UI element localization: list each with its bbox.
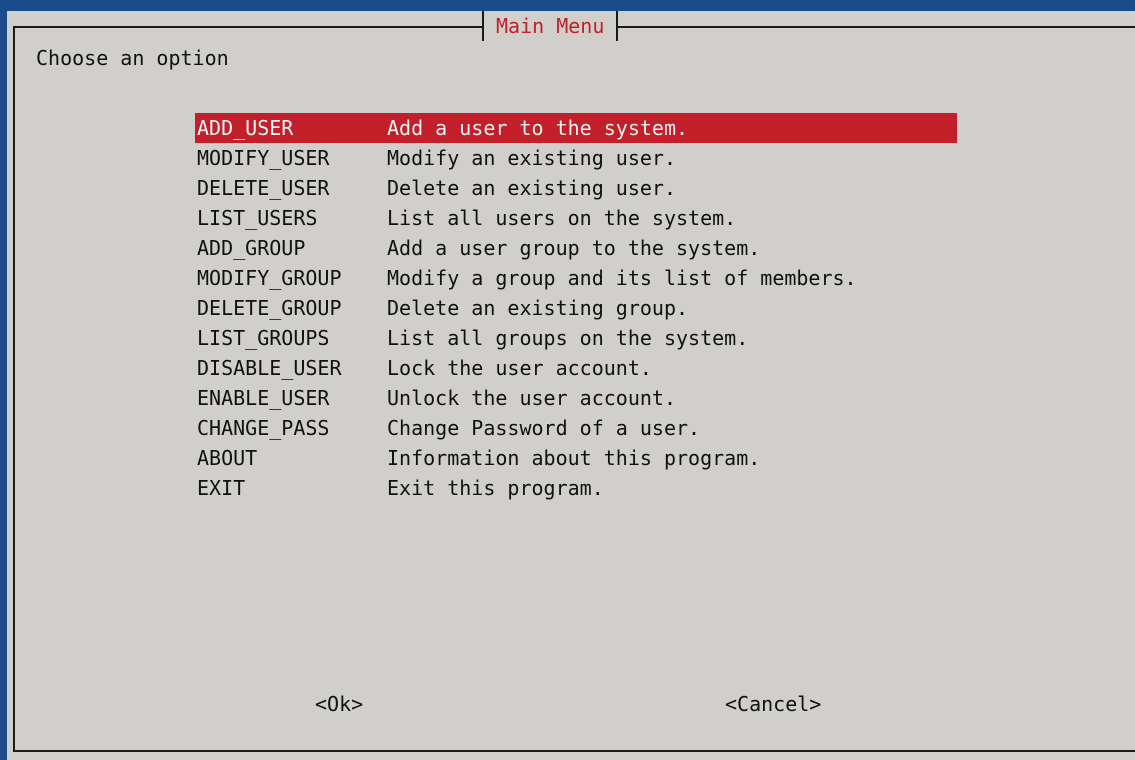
menu-item-enable-user[interactable]: ENABLE_USER Unlock the user account. <box>195 383 957 413</box>
menu-item-tag: DELETE_GROUP <box>197 296 342 320</box>
menu-item-description: Lock the user account. <box>387 356 652 380</box>
menu-item-description: Delete an existing user. <box>387 176 676 200</box>
menu-item-tag: MODIFY_GROUP <box>197 266 342 290</box>
menu-item-list-groups[interactable]: LIST_GROUPS List all groups on the syste… <box>195 323 957 353</box>
menu-item-about[interactable]: ABOUT Information about this program. <box>195 443 957 473</box>
menu-item-change-pass[interactable]: CHANGE_PASS Change Password of a user. <box>195 413 957 443</box>
menu-item-tag: ADD_USER <box>197 116 294 140</box>
menu-list: ADD_USER Add a user to the system. MODIF… <box>195 113 957 503</box>
menu-item-delete-group[interactable]: DELETE_GROUP Delete an existing group. <box>195 293 957 323</box>
menu-item-tag: EXIT <box>197 476 246 500</box>
menu-item-tag: DISABLE_USER <box>197 356 342 380</box>
main-menu-dialog: Main Menu Choose an option ADD_USER Add … <box>7 11 1135 760</box>
menu-item-tag: LIST_GROUPS <box>197 326 330 350</box>
menu-item-description: Change Password of a user. <box>387 416 701 440</box>
menu-item-description: List all groups on the system. <box>387 326 749 350</box>
menu-item-description: Exit this program. <box>387 476 604 500</box>
menu-item-modify-group[interactable]: MODIFY_GROUP Modify a group and its list… <box>195 263 957 293</box>
dialog-prompt: Choose an option <box>36 46 229 70</box>
ok-button[interactable]: <Ok> <box>315 689 363 719</box>
menu-item-description: Modify an existing user. <box>387 146 676 170</box>
menu-item-tag: ENABLE_USER <box>197 386 330 410</box>
cancel-button[interactable]: <Cancel> <box>725 689 821 719</box>
menu-item-add-user[interactable]: ADD_USER Add a user to the system. <box>195 113 957 143</box>
menu-item-description: Unlock the user account. <box>387 386 676 410</box>
menu-item-tag: CHANGE_PASS <box>197 416 330 440</box>
menu-item-description: Modify a group and its list of members. <box>387 266 857 290</box>
menu-item-modify-user[interactable]: MODIFY_USER Modify an existing user. <box>195 143 957 173</box>
menu-item-delete-user[interactable]: DELETE_USER Delete an existing user. <box>195 173 957 203</box>
menu-item-tag: ABOUT <box>197 446 258 470</box>
menu-item-exit[interactable]: EXIT Exit this program. <box>195 473 957 503</box>
menu-item-disable-user[interactable]: DISABLE_USER Lock the user account. <box>195 353 957 383</box>
menu-item-list-users[interactable]: LIST_USERS List all users on the system. <box>195 203 957 233</box>
menu-item-tag: MODIFY_USER <box>197 146 330 170</box>
menu-item-description: Add a user group to the system. <box>387 236 761 260</box>
menu-item-description: Information about this program. <box>387 446 761 470</box>
menu-item-description: List all users on the system. <box>387 206 737 230</box>
menu-item-description: Delete an existing group. <box>387 296 689 320</box>
dialog-title: Main Menu <box>482 11 619 41</box>
menu-item-tag: DELETE_USER <box>197 176 330 200</box>
menu-item-tag: ADD_GROUP <box>197 236 306 260</box>
menu-item-description: Add a user to the system. <box>387 116 689 140</box>
menu-item-tag: LIST_USERS <box>197 206 318 230</box>
menu-item-add-group[interactable]: ADD_GROUP Add a user group to the system… <box>195 233 957 263</box>
